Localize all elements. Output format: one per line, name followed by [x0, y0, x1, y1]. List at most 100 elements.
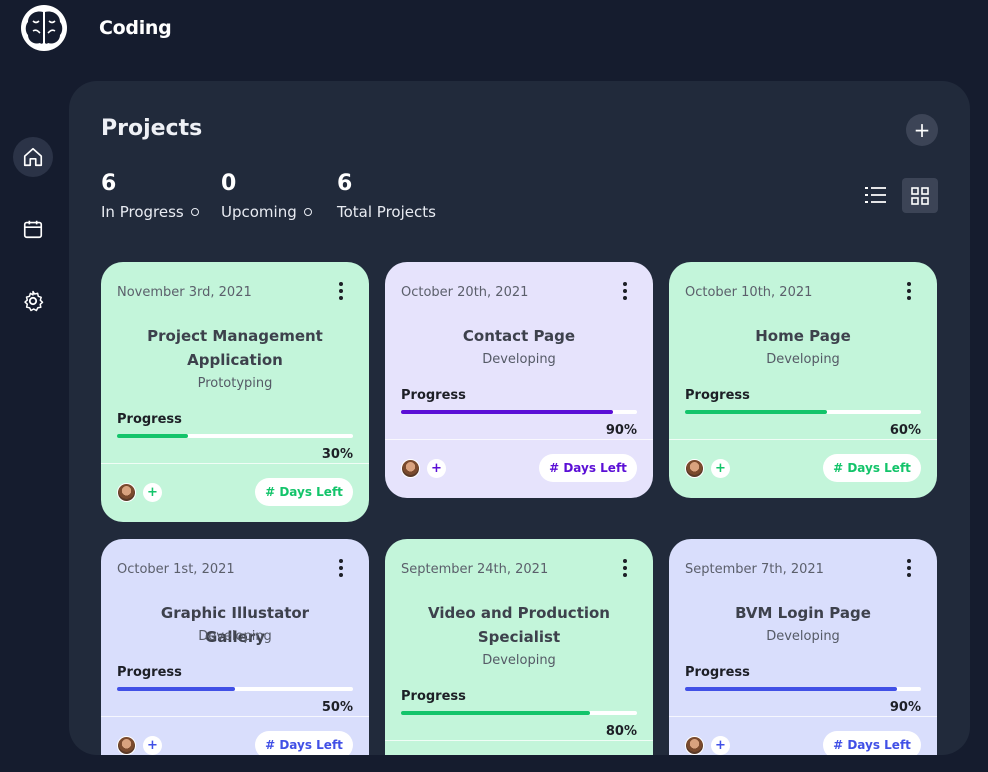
project-status: Developing — [482, 653, 556, 668]
progress-percent: 90% — [605, 423, 637, 438]
project-card[interactable]: November 3rd, 2021 Project Management App… — [101, 262, 369, 522]
add-member-button[interactable]: + — [143, 483, 162, 502]
project-status: Developing — [198, 629, 272, 644]
progress-percent: 80% — [605, 724, 637, 739]
progress-label: Progress — [117, 665, 182, 680]
stat-label: In Progress — [101, 203, 184, 221]
project-status: Prototyping — [197, 376, 273, 391]
top-bar: Coding — [0, 0, 988, 60]
sidebar-item-home[interactable] — [13, 137, 53, 177]
add-member-button[interactable]: + — [711, 736, 730, 755]
member-avatar[interactable] — [117, 736, 136, 755]
brain-logo-icon[interactable] — [21, 5, 67, 51]
project-title: Home Page — [755, 327, 851, 345]
plus-icon: + — [431, 461, 442, 476]
project-title: Project Management Application — [147, 327, 323, 369]
days-left-button[interactable]: # Days Left — [823, 731, 921, 755]
more-options-icon[interactable] — [899, 556, 919, 580]
progress-fill — [401, 711, 590, 715]
plus-icon: + — [147, 485, 158, 500]
more-options-icon[interactable] — [615, 279, 635, 303]
card-divider — [669, 716, 937, 717]
add-project-button[interactable]: + — [906, 114, 938, 146]
stat-label: Total Projects — [337, 203, 436, 221]
stat-value: 6 — [337, 171, 353, 196]
progress-percent: 50% — [321, 700, 353, 715]
progress-fill — [685, 410, 827, 414]
plus-icon: + — [715, 738, 726, 753]
stat-in-progress: 6 In Progress — [101, 173, 199, 221]
stat-upcoming: 0 Upcoming — [221, 173, 312, 221]
list-view-icon — [865, 187, 886, 203]
project-status: Developing — [482, 352, 556, 367]
plus-icon: + — [913, 118, 931, 142]
stat-total-projects: 6 Total Projects — [337, 171, 436, 222]
project-date: September 24th, 2021 — [401, 562, 549, 577]
project-date: November 3rd, 2021 — [117, 285, 252, 300]
project-status: Developing — [766, 352, 840, 367]
list-view-button[interactable] — [859, 178, 893, 212]
days-left-button[interactable]: # Days Left — [823, 454, 921, 482]
project-status: Developing — [766, 629, 840, 644]
project-card[interactable]: September 24th, 2021 Video and Production… — [385, 539, 653, 755]
project-date: October 1st, 2021 — [117, 562, 235, 577]
add-member-button[interactable]: + — [427, 459, 446, 478]
page-title: Projects — [101, 116, 203, 141]
progress-percent: 60% — [889, 423, 921, 438]
card-divider — [385, 439, 653, 440]
project-title: Contact Page — [462, 327, 576, 345]
projects-panel: Projects + 6 In Progress 0 Upcoming 6 To… — [69, 81, 970, 755]
progress-label: Progress — [401, 388, 466, 403]
progress-percent: 30% — [321, 447, 353, 462]
stat-label: Upcoming — [221, 203, 297, 221]
progress-fill — [117, 687, 235, 691]
project-date: October 10th, 2021 — [685, 285, 813, 300]
more-options-icon[interactable] — [899, 279, 919, 303]
circle-icon — [190, 208, 199, 216]
card-divider — [101, 463, 369, 464]
project-date: September 7th, 2021 — [685, 562, 824, 577]
progress-fill — [117, 434, 188, 438]
progress-bar — [685, 410, 921, 414]
app-title: Coding — [99, 17, 172, 39]
project-title: BVM Login Page — [735, 604, 871, 622]
sidebar-item-calendar[interactable] — [13, 209, 53, 249]
more-options-icon[interactable] — [615, 556, 635, 580]
more-options-icon[interactable] — [331, 279, 351, 303]
grid-view-button[interactable] — [902, 178, 938, 213]
member-avatar[interactable] — [685, 459, 704, 478]
progress-bar — [117, 687, 353, 691]
grid-view-icon — [911, 186, 929, 205]
progress-bar — [401, 711, 637, 715]
member-avatar[interactable] — [685, 736, 704, 755]
project-title: Video and Production Specialist — [428, 604, 610, 646]
progress-label: Progress — [685, 388, 750, 403]
card-divider — [385, 740, 653, 741]
member-avatar[interactable] — [117, 483, 136, 502]
calendar-icon — [23, 220, 43, 239]
add-member-button[interactable]: + — [711, 459, 730, 478]
project-card[interactable]: October 20th, 2021 Contact Page Developing… — [385, 262, 653, 498]
progress-bar — [401, 410, 637, 414]
project-date: October 20th, 2021 — [401, 285, 529, 300]
progress-label: Progress — [117, 412, 182, 427]
days-left-button[interactable]: # Days Left — [255, 731, 353, 755]
gear-icon — [24, 290, 44, 312]
circle-icon — [303, 208, 312, 216]
progress-bar — [685, 687, 921, 691]
home-icon — [23, 147, 43, 167]
project-card[interactable]: October 10th, 2021 Home Page Developing Pro… — [669, 262, 937, 498]
progress-fill — [685, 687, 898, 691]
more-options-icon[interactable] — [331, 556, 351, 580]
sidebar-item-settings[interactable] — [13, 281, 53, 321]
plus-icon: + — [147, 738, 158, 753]
progress-bar — [117, 434, 353, 438]
member-avatar[interactable] — [401, 459, 420, 478]
plus-icon: + — [715, 461, 726, 476]
days-left-button[interactable]: # Days Left — [255, 478, 353, 506]
days-left-button[interactable]: # Days Left — [539, 454, 637, 482]
project-card[interactable]: October 1st, 2021 Graphic Illustator Gall… — [101, 539, 369, 755]
card-divider — [669, 439, 937, 440]
add-member-button[interactable]: + — [143, 736, 162, 755]
project-card[interactable]: September 7th, 2021 BVM Login Page Develop… — [669, 539, 937, 755]
